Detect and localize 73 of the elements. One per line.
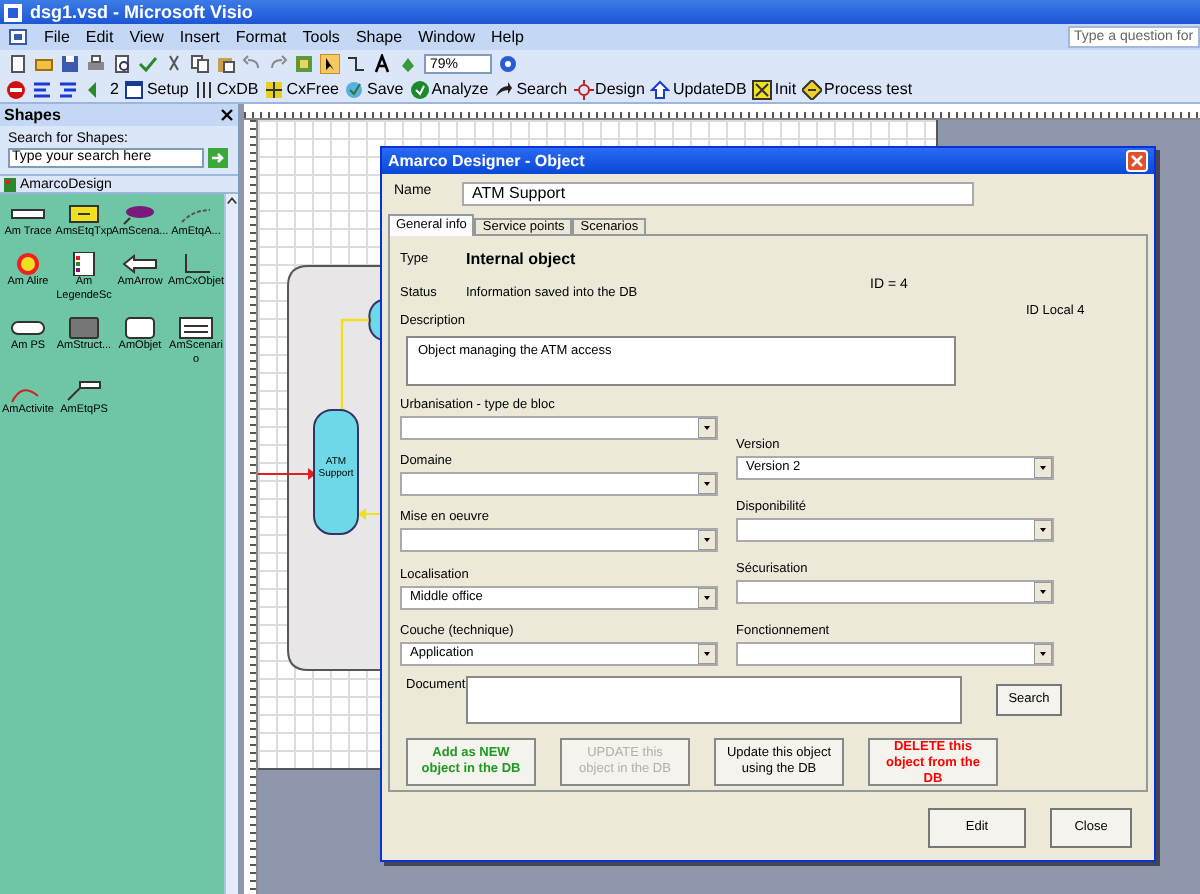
toolbar-button[interactable]: Analyze bbox=[431, 81, 489, 97]
app-icon bbox=[4, 3, 22, 21]
menu-item[interactable]: Edit bbox=[77, 29, 122, 45]
list-icon[interactable] bbox=[32, 79, 52, 99]
document-icon[interactable] bbox=[8, 28, 28, 46]
close-button[interactable] bbox=[1126, 150, 1148, 172]
list-icon[interactable] bbox=[58, 79, 78, 99]
menu-item[interactable]: Window bbox=[410, 29, 484, 45]
process-shape bbox=[313, 409, 359, 535]
check-circle-icon[interactable] bbox=[409, 79, 430, 99]
toolbar-button[interactable]: Init bbox=[774, 81, 797, 97]
go-icon[interactable] bbox=[208, 148, 228, 168]
grid-icon[interactable] bbox=[264, 79, 285, 99]
dropdown-arrow-icon[interactable] bbox=[1034, 457, 1052, 478]
panel-title: Shapes bbox=[4, 107, 61, 123]
dropdown-arrow-icon[interactable] bbox=[698, 643, 716, 664]
toolbar-button[interactable]: Design bbox=[595, 81, 645, 97]
toolbar-button[interactable]: Search bbox=[516, 81, 568, 97]
dialog-title: Amarco Designer - Object bbox=[388, 153, 585, 169]
type-value: Internal object bbox=[466, 248, 576, 272]
open-folder-icon[interactable] bbox=[34, 53, 54, 73]
help-icon[interactable] bbox=[498, 53, 518, 73]
dropdown-arrow-icon[interactable] bbox=[1034, 519, 1052, 540]
arrow-shape-icon[interactable] bbox=[118, 252, 162, 276]
new-document-icon[interactable] bbox=[8, 53, 28, 73]
form-shape-icon[interactable] bbox=[174, 316, 218, 340]
dropdown-arrow-icon[interactable] bbox=[698, 587, 716, 607]
dropdown-arrow-icon[interactable] bbox=[698, 474, 716, 494]
cross-box-icon[interactable] bbox=[752, 79, 773, 99]
text-tool-icon[interactable] bbox=[372, 53, 392, 73]
stop-icon[interactable] bbox=[6, 79, 26, 99]
toolbar-button[interactable]: CxFree bbox=[286, 81, 339, 97]
dropdown-arrow-icon[interactable] bbox=[1034, 581, 1052, 602]
dropdown-arrow-icon[interactable] bbox=[698, 530, 716, 551]
toolbar-button[interactable]: Save bbox=[366, 81, 404, 97]
menu-item[interactable]: Insert bbox=[171, 29, 228, 45]
paste-icon[interactable] bbox=[216, 53, 236, 73]
menu-item[interactable]: Format bbox=[227, 29, 295, 45]
columns-icon[interactable] bbox=[194, 79, 215, 99]
cut-icon[interactable] bbox=[164, 53, 184, 73]
tagged-line-shape-icon[interactable] bbox=[62, 380, 106, 404]
stencil-icon bbox=[4, 177, 16, 191]
dropdown-arrow-icon[interactable] bbox=[698, 417, 716, 438]
window-icon[interactable] bbox=[124, 79, 145, 99]
toolbar-button[interactable]: CxDB bbox=[216, 81, 259, 97]
close-icon[interactable] bbox=[220, 108, 234, 122]
toolbar-button[interactable]: UpdateDB bbox=[672, 81, 747, 97]
arrow bbox=[358, 508, 382, 520]
scroll-up-icon[interactable] bbox=[226, 194, 238, 208]
toolbar-button[interactable]: 2 bbox=[110, 81, 119, 97]
menu-item[interactable]: View bbox=[121, 29, 172, 45]
connector-line bbox=[340, 318, 370, 410]
pointer-icon[interactable] bbox=[320, 53, 340, 73]
menu-item[interactable]: File bbox=[36, 29, 78, 45]
menu-item[interactable]: Help bbox=[483, 29, 532, 45]
scrollbar[interactable] bbox=[224, 194, 238, 894]
diamond-icon[interactable] bbox=[802, 79, 823, 99]
window-title: dsg1.vsd - Microsoft Visio bbox=[30, 3, 253, 21]
menu-item[interactable]: Tools bbox=[294, 29, 348, 45]
up-arrow-icon[interactable] bbox=[650, 79, 671, 99]
printer-icon[interactable] bbox=[86, 53, 106, 73]
connector-icon[interactable] bbox=[346, 53, 366, 73]
menu-item[interactable]: Shape bbox=[347, 29, 411, 45]
dropdown-arrow-icon[interactable] bbox=[1034, 643, 1052, 664]
document-field[interactable] bbox=[466, 675, 962, 724]
save-icon[interactable] bbox=[60, 53, 80, 73]
arrow-icon[interactable] bbox=[494, 79, 515, 99]
toolbar-button[interactable]: Process test bbox=[824, 81, 913, 97]
arrow bbox=[258, 468, 316, 480]
name-field[interactable]: ATM Support bbox=[462, 182, 974, 206]
copy-icon[interactable] bbox=[190, 53, 210, 73]
toolbar-button[interactable]: Setup bbox=[146, 81, 189, 97]
preview-icon[interactable] bbox=[112, 53, 132, 73]
